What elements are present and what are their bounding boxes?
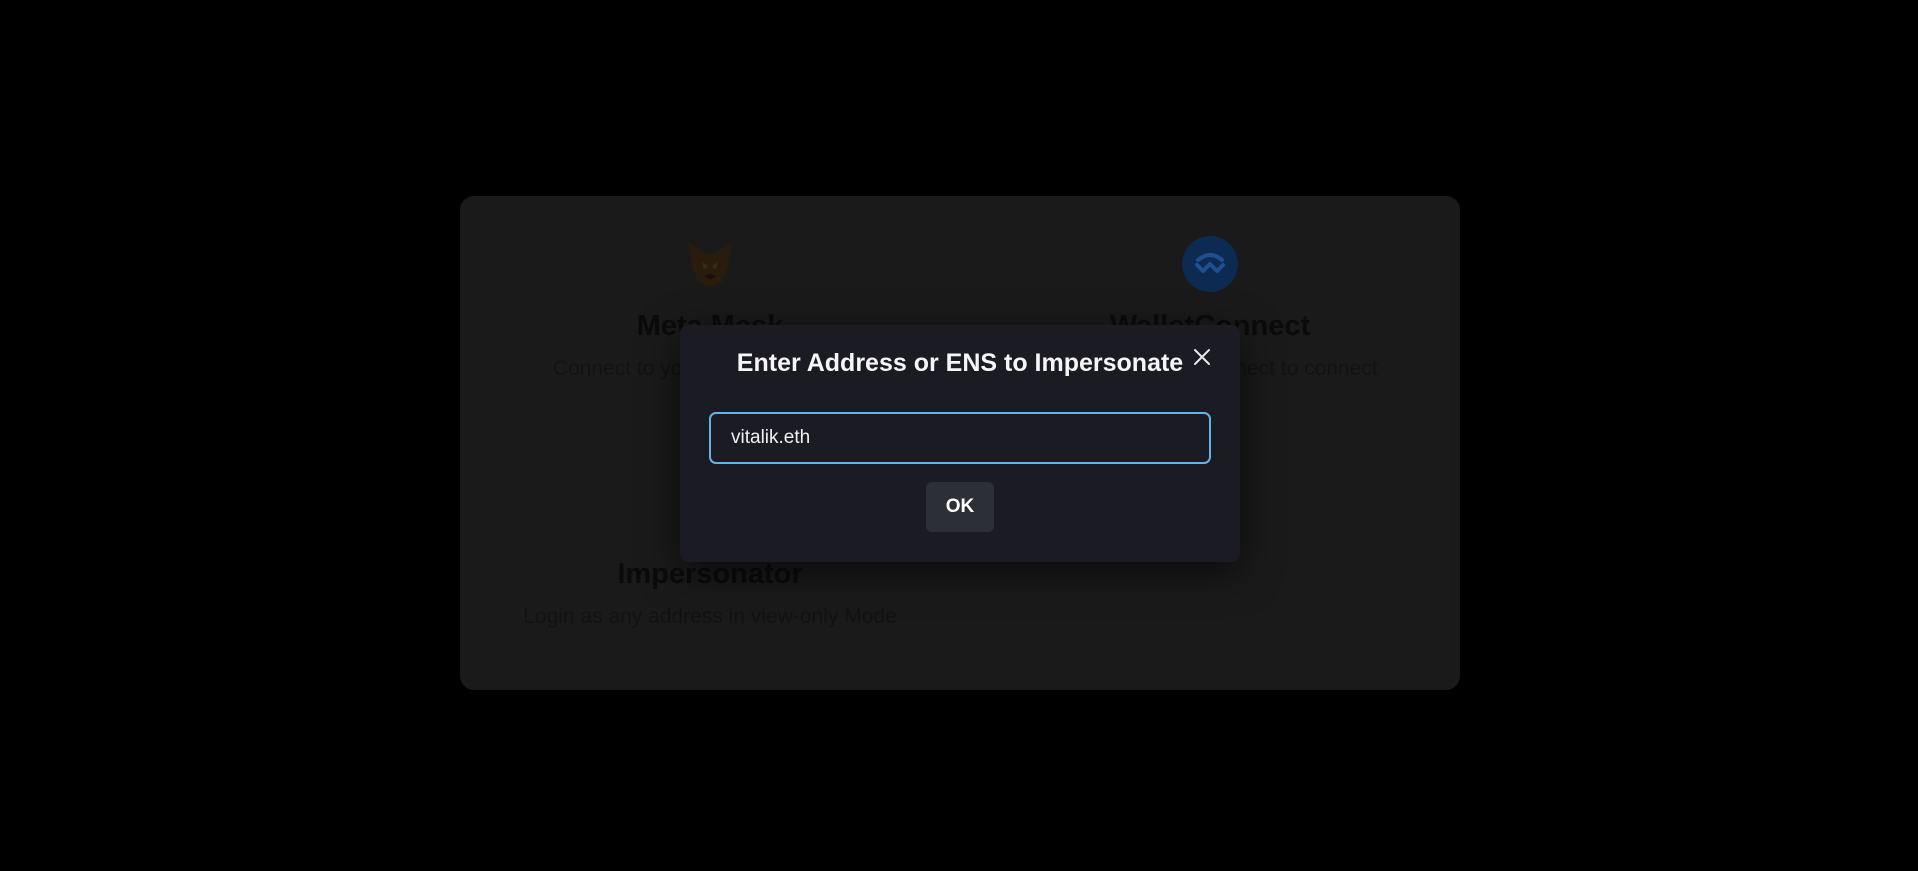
- close-button[interactable]: [1186, 341, 1218, 373]
- close-icon: [1194, 349, 1210, 365]
- address-input[interactable]: [709, 412, 1211, 464]
- page: Meta Mask Connect to your MetaMask Walle…: [0, 0, 1918, 871]
- modal-title: Enter Address or ENS to Impersonate: [736, 349, 1184, 377]
- ok-button[interactable]: OK: [926, 482, 994, 532]
- impersonate-modal: Enter Address or ENS to Impersonate OK: [680, 325, 1240, 562]
